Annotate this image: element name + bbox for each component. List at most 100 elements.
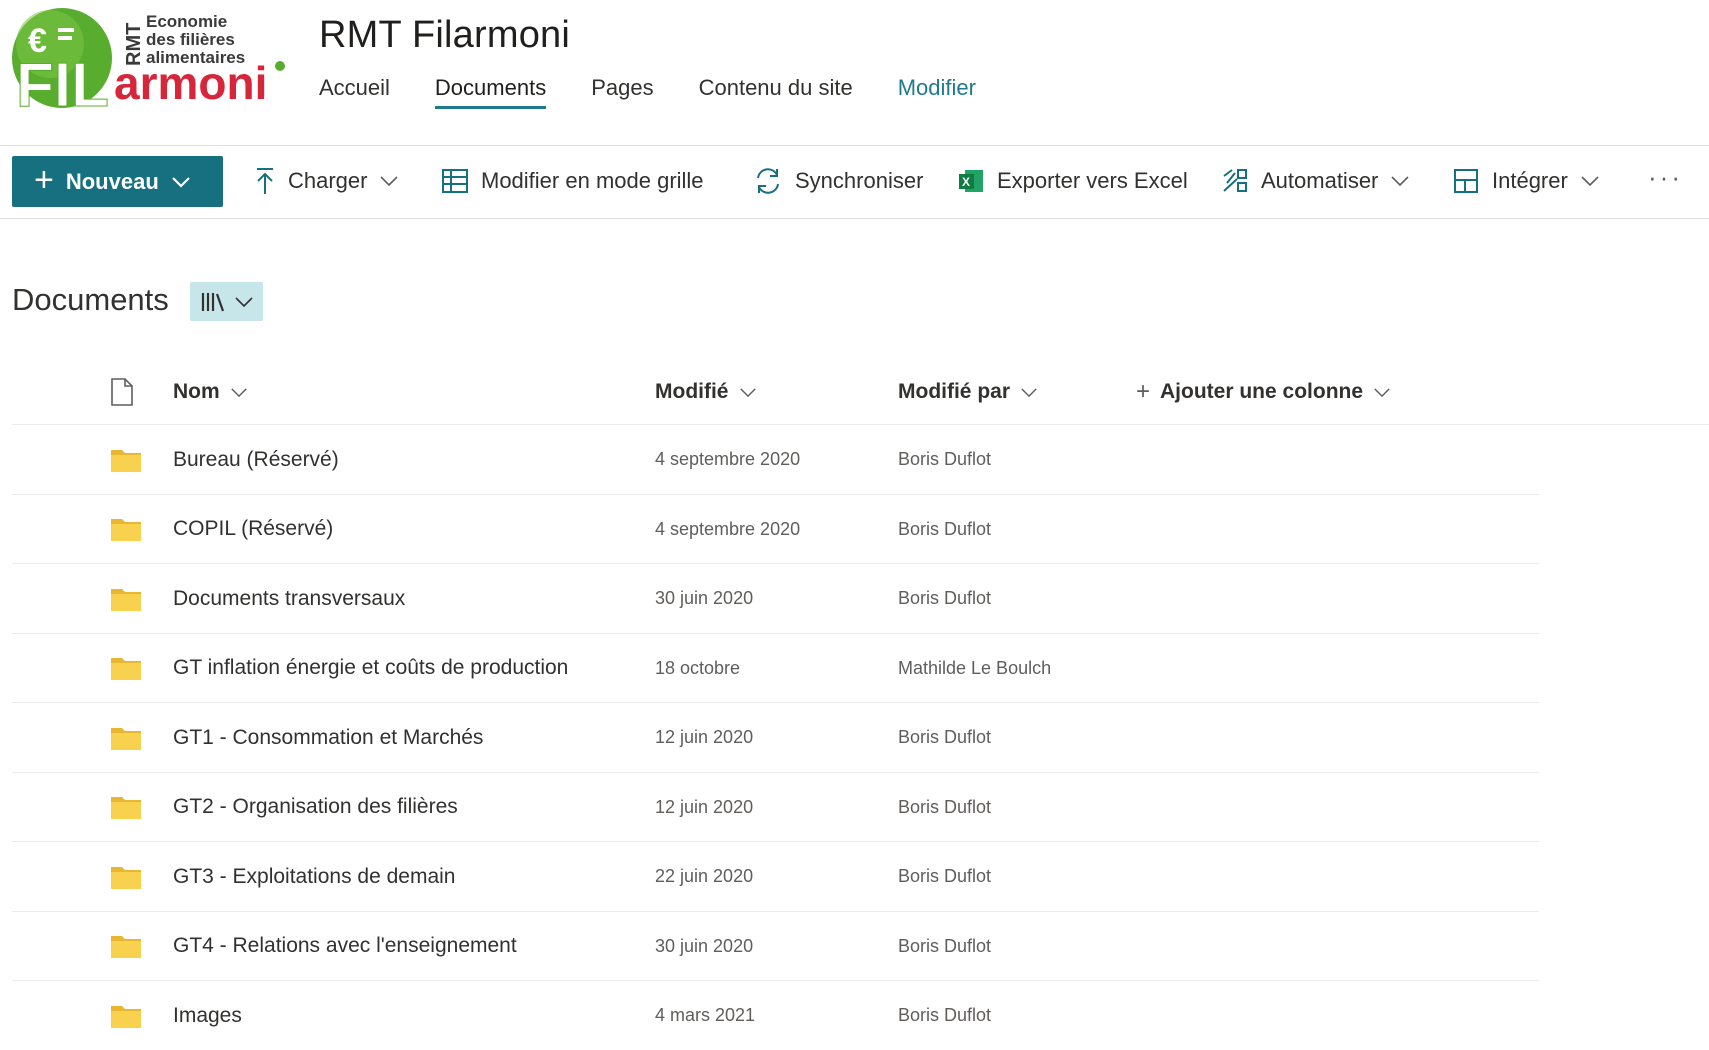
item-name-link[interactable]: GT inflation énergie et coûts de product… — [173, 634, 568, 703]
site-logo[interactable]: € FIL RMT Economie des filières alimenta… — [10, 4, 290, 112]
item-modified: 22 juin 2020 — [655, 866, 754, 886]
item-modified-by[interactable]: Boris Duflot — [898, 703, 991, 772]
folder-icon — [110, 495, 142, 564]
folder-icon — [110, 634, 142, 703]
automate-label: Automatiser — [1261, 168, 1379, 193]
svg-text:des filières: des filières — [146, 30, 235, 49]
item-modified-by[interactable]: Boris Duflot — [898, 564, 991, 633]
new-button-label: Nouveau — [65, 168, 159, 194]
item-modified: 30 juin 2020 — [655, 935, 754, 956]
item-name-link[interactable]: Images — [173, 981, 242, 1050]
item-modified-by[interactable]: Boris Duflot — [898, 495, 991, 564]
item-modified-by[interactable]: Boris Duflot — [898, 773, 991, 842]
item-name-link[interactable]: GT1 - Consommation et Marchés — [173, 703, 483, 772]
list-row[interactable]: Bureau (Réservé) 4 septembre 2020 Boris … — [12, 425, 1539, 495]
item-name-link[interactable]: GT3 - Exploitations de demain — [173, 842, 455, 911]
folder-icon — [110, 912, 142, 981]
modified-by-column-header[interactable]: Modifié par — [898, 360, 1038, 424]
folder-icon — [110, 842, 142, 911]
chevron-down-icon — [739, 387, 756, 397]
item-modified: 4 septembre 2020 — [655, 449, 801, 469]
file-type-column-header[interactable] — [110, 360, 134, 424]
list-body: Bureau (Réservé) 4 septembre 2020 Boris … — [12, 425, 1709, 1050]
document-list: Nom Modifié Modifié par + Ajouter une co… — [12, 360, 1709, 1050]
folder-icon — [110, 981, 142, 1050]
item-modified-by[interactable]: Boris Duflot — [898, 425, 991, 494]
chevron-down-icon — [380, 176, 399, 187]
svg-text:armoni: armoni — [114, 57, 267, 109]
svg-text:Economie: Economie — [146, 12, 227, 31]
site-title[interactable]: RMT Filarmoni — [319, 14, 570, 57]
plus-icon: + — [1136, 378, 1151, 405]
folder-icon — [110, 703, 142, 772]
new-button[interactable]: + Nouveau — [12, 156, 223, 207]
item-modified: 4 septembre 2020 — [655, 518, 801, 539]
item-name-link[interactable]: Documents transversaux — [173, 564, 405, 633]
add-column-button[interactable]: + Ajouter une colonne — [1136, 360, 1391, 424]
nav-accueil[interactable]: Accueil — [319, 74, 390, 114]
list-row[interactable]: GT inflation énergie et coûts de product… — [12, 634, 1539, 703]
modified-column-header[interactable]: Modifié — [655, 360, 757, 424]
item-modified-by[interactable]: Boris Duflot — [898, 912, 991, 981]
folder-icon — [110, 425, 142, 494]
item-modified-by[interactable]: Mathilde Le Boulch — [898, 634, 1051, 703]
integrate-button[interactable]: Intégrer — [1452, 160, 1600, 202]
item-name-link[interactable]: GT4 - Relations avec l'enseignement — [173, 912, 517, 981]
document-icon — [111, 378, 133, 406]
upload-button[interactable]: Charger — [254, 160, 399, 202]
grid-edit-button[interactable]: Modifier en mode grille — [441, 160, 704, 202]
nav-site-contents[interactable]: Contenu du site — [699, 74, 853, 114]
folder-icon — [110, 564, 142, 633]
site-nav: Accueil Documents Pages Contenu du site … — [319, 74, 1021, 114]
plus-icon: + — [34, 160, 54, 199]
chevron-down-icon — [1391, 176, 1409, 187]
folder-icon — [110, 773, 142, 842]
list-row[interactable]: GT2 - Organisation des filières 12 juin … — [12, 773, 1539, 842]
command-bar: + Nouveau Charger Modifier en mode grill… — [0, 146, 1709, 219]
grid-icon — [442, 169, 468, 193]
site-header: € FIL RMT Economie des filières alimenta… — [0, 0, 1709, 146]
export-excel-button[interactable]: X Exporter vers Excel — [957, 160, 1188, 202]
list-row[interactable]: GT4 - Relations avec l'enseignement 30 j… — [12, 912, 1539, 981]
sync-icon — [757, 168, 779, 194]
chevron-down-icon — [1374, 387, 1390, 397]
list-row[interactable]: COPIL (Réservé) 4 septembre 2020 Boris D… — [12, 495, 1539, 564]
library-icon — [201, 292, 224, 311]
name-column-header[interactable]: Nom — [173, 360, 248, 424]
more-options-button[interactable]: ··· — [1648, 160, 1683, 202]
item-name-link[interactable]: Bureau (Réservé) — [173, 425, 339, 494]
item-modified: 12 juin 2020 — [655, 727, 754, 747]
list-row[interactable]: GT3 - Exploitations de demain 22 juin 20… — [12, 842, 1539, 912]
grid-edit-label: Modifier en mode grille — [481, 168, 704, 193]
chevron-down-icon — [1581, 176, 1599, 187]
add-column-label: Ajouter une colonne — [1160, 380, 1364, 403]
automate-button[interactable]: Automatiser — [1221, 160, 1410, 202]
sync-label: Synchroniser — [795, 168, 924, 193]
nav-edit-link[interactable]: Modifier — [898, 74, 976, 114]
item-modified-by[interactable]: Boris Duflot — [898, 842, 991, 911]
name-column-label: Nom — [173, 380, 220, 403]
chevron-down-icon — [172, 176, 190, 188]
chevron-down-icon — [1021, 387, 1037, 397]
library-title: Documents — [12, 282, 169, 317]
item-name-link[interactable]: COPIL (Réservé) — [173, 495, 333, 564]
item-modified-by[interactable]: Boris Duflot — [898, 981, 991, 1050]
list-row[interactable]: Images 4 mars 2021 Boris Duflot — [12, 981, 1539, 1050]
export-excel-label: Exporter vers Excel — [997, 168, 1188, 193]
item-modified: 18 octobre — [655, 657, 741, 678]
sync-button[interactable]: Synchroniser — [753, 160, 923, 202]
svg-text:FIL: FIL — [16, 51, 109, 112]
integrate-icon — [1454, 169, 1478, 193]
automate-icon — [1223, 169, 1247, 192]
nav-documents[interactable]: Documents — [434, 74, 547, 114]
list-row[interactable]: Documents transversaux 30 juin 2020 Bori… — [12, 564, 1539, 634]
modified-column-label: Modifié — [655, 380, 729, 403]
excel-icon: X — [959, 170, 983, 192]
item-name-link[interactable]: GT2 - Organisation des filières — [173, 773, 458, 842]
list-row[interactable]: GT1 - Consommation et Marchés 12 juin 20… — [12, 703, 1539, 773]
library-view-button[interactable] — [190, 282, 263, 321]
item-modified: 30 juin 2020 — [655, 588, 754, 608]
chevron-down-icon — [234, 296, 253, 307]
modified-by-column-label: Modifié par — [898, 380, 1011, 403]
nav-pages[interactable]: Pages — [591, 74, 653, 114]
